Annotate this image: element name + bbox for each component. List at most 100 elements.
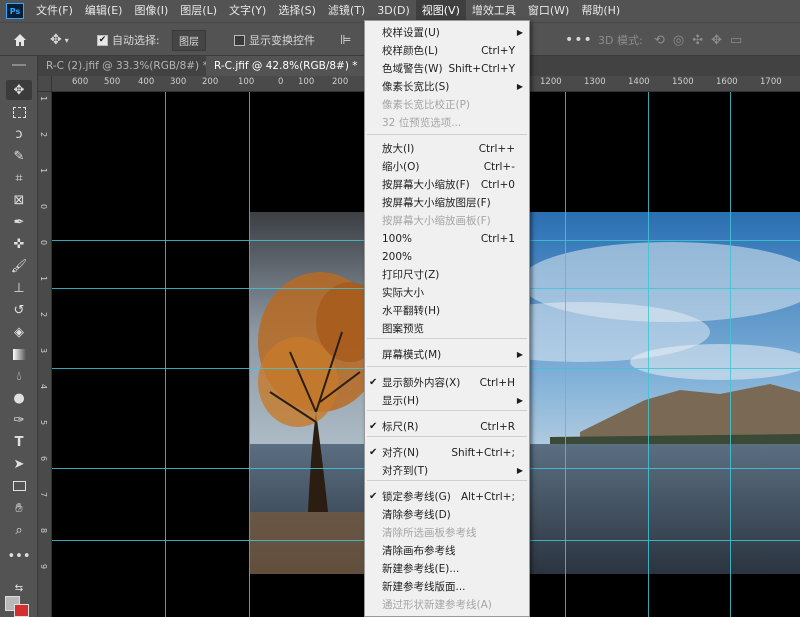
- menu-edit[interactable]: 编辑(E): [79, 0, 129, 22]
- guide-line-vertical[interactable]: [565, 92, 566, 617]
- view-menu-item[interactable]: 新建参考线版面...: [365, 578, 529, 596]
- vertical-ruler[interactable]: 1 2 1 0 0 1 2 3 4 5 6 7 8 9: [38, 92, 52, 617]
- rectangle-tool-icon[interactable]: [6, 476, 32, 496]
- menu-file[interactable]: 文件(F): [30, 0, 79, 22]
- ruler-tick-label: 7: [39, 492, 48, 498]
- menu-image[interactable]: 图像(I): [128, 0, 174, 22]
- lasso-tool-icon[interactable]: ↄ: [6, 124, 32, 144]
- view-menu-item[interactable]: 水平翻转(H): [365, 302, 529, 320]
- view-menu-item[interactable]: 按屏幕大小缩放图层(F): [365, 194, 529, 212]
- view-menu-item[interactable]: 放大(I) Ctrl++: [365, 140, 529, 158]
- menu-item-shortcut: Alt+Ctrl+;: [460, 491, 515, 503]
- ruler-tick-label: 1300: [584, 77, 606, 87]
- view-menu-item[interactable]: 校样设置(U) ▶: [365, 24, 529, 42]
- view-menu-item[interactable]: ✔ 对齐(N) Shift+Ctrl+;: [365, 444, 529, 462]
- menu-view[interactable]: 视图(V): [415, 0, 466, 22]
- 3d-mode-icons[interactable]: ⟲◎✣✥▭: [654, 23, 750, 57]
- ruler-tick-label: 600: [72, 77, 89, 87]
- guide-line-vertical[interactable]: [249, 92, 250, 617]
- menu-item-label: 显示(H): [382, 395, 420, 407]
- show-transform-checkbox[interactable]: 显示变换控件: [234, 23, 315, 57]
- ruler-tick-label: 1: [39, 168, 48, 174]
- tab-label: R-C.jfif @ 42.8%(RGB/8#) *: [214, 60, 358, 72]
- home-icon[interactable]: [12, 23, 28, 57]
- blur-tool-icon[interactable]: 💧︎: [6, 366, 32, 386]
- path-select-tool-icon[interactable]: ➤: [6, 454, 32, 474]
- more-tools-icon[interactable]: •••: [6, 546, 32, 566]
- tab-document-2[interactable]: R-C.jfif @ 42.8%(RGB/8#) *×: [206, 56, 381, 76]
- history-brush-tool-icon[interactable]: ↺: [6, 300, 32, 320]
- view-menu-item[interactable]: 100% Ctrl+1: [365, 230, 529, 248]
- ruler-origin[interactable]: [38, 76, 52, 92]
- menu-type[interactable]: 文字(Y): [223, 0, 272, 22]
- guide-line-vertical[interactable]: [165, 92, 166, 617]
- swap-colors-icon[interactable]: ⇆: [6, 578, 32, 598]
- view-menu-item[interactable]: 新建参考线(E)...: [365, 560, 529, 578]
- menu-separator: [367, 338, 527, 339]
- menu-item-shortcut: Ctrl+0: [480, 179, 515, 191]
- menu-separator: [367, 436, 527, 437]
- view-menu-item[interactable]: 实际大小: [365, 284, 529, 302]
- type-tool-icon[interactable]: T: [6, 432, 32, 452]
- guide-line-vertical[interactable]: [648, 92, 649, 617]
- view-menu-item[interactable]: 屏幕模式(M) ▶: [365, 346, 529, 364]
- checkbox-checked-icon: ✔: [97, 34, 108, 46]
- zoom-tool-icon[interactable]: ⌕: [6, 520, 32, 540]
- view-menu-item[interactable]: ✔ 锁定参考线(G) Alt+Ctrl+;: [365, 488, 529, 506]
- ruler-tick-label: 100: [238, 77, 255, 87]
- view-menu-item[interactable]: 色域警告(W) Shift+Ctrl+Y: [365, 60, 529, 78]
- menu-3d[interactable]: 3D(D): [371, 0, 416, 22]
- eyedropper-tool-icon[interactable]: ✒: [6, 212, 32, 232]
- panel-grip[interactable]: [12, 64, 26, 66]
- menu-help[interactable]: 帮助(H): [575, 0, 626, 22]
- background-color-swatch[interactable]: [14, 604, 29, 617]
- more-options-icon[interactable]: •••: [565, 23, 593, 57]
- gradient-tool-icon[interactable]: [6, 344, 32, 364]
- menu-window[interactable]: 窗口(W): [522, 0, 575, 22]
- crop-tool-icon[interactable]: ⌗: [6, 168, 32, 188]
- pen-tool-icon[interactable]: ✑: [6, 410, 32, 430]
- view-menu-item[interactable]: 像素长宽比(S) ▶: [365, 78, 529, 96]
- auto-select-dropdown[interactable]: 图层: [172, 29, 206, 51]
- view-menu-item[interactable]: ✔ 显示额外内容(X) Ctrl+H: [365, 374, 529, 392]
- ruler-tick-label: 1600: [716, 77, 738, 87]
- view-menu-item[interactable]: 缩小(O) Ctrl+-: [365, 158, 529, 176]
- menu-item-label: 校样颜色(L): [382, 45, 439, 57]
- ruler-tick-label: 200: [202, 77, 219, 87]
- view-menu-item[interactable]: 200%: [365, 248, 529, 266]
- menu-plugins[interactable]: 增效工具: [466, 0, 522, 22]
- photoshop-logo-icon[interactable]: Ps: [6, 3, 24, 19]
- hand-tool-icon[interactable]: ✋︎: [6, 498, 32, 518]
- view-menu-item[interactable]: ✔ 标尺(R) Ctrl+R: [365, 418, 529, 436]
- menu-item-label: 图案预览: [382, 323, 424, 335]
- menu-item-label: 标尺(R): [382, 421, 419, 433]
- view-menu-item[interactable]: 清除画布参考线: [365, 542, 529, 560]
- marquee-tool-icon[interactable]: [6, 102, 32, 122]
- tab-document-1[interactable]: R-C (2).jfif @ 33.3%(RGB/8#) *×: [38, 56, 231, 76]
- dodge-tool-icon[interactable]: ●: [6, 388, 32, 408]
- menu-filter[interactable]: 滤镜(T): [322, 0, 371, 22]
- view-menu-item[interactable]: 清除参考线(D): [365, 506, 529, 524]
- eraser-tool-icon[interactable]: ◈: [6, 322, 32, 342]
- menu-item-label: 缩小(O): [382, 161, 420, 173]
- view-menu-item[interactable]: 校样颜色(L) Ctrl+Y: [365, 42, 529, 60]
- move-options-icon[interactable]: ✥ ▾: [50, 23, 69, 57]
- align-left-icon[interactable]: ⊫: [340, 23, 351, 57]
- view-menu-item[interactable]: 打印尺寸(Z): [365, 266, 529, 284]
- move-tool-icon[interactable]: ✥: [6, 80, 32, 100]
- menu-layer[interactable]: 图层(L): [174, 0, 223, 22]
- submenu-arrow-icon: ▶: [516, 28, 523, 37]
- frame-tool-icon[interactable]: ⊠: [6, 190, 32, 210]
- view-menu-item[interactable]: 对齐到(T) ▶: [365, 462, 529, 480]
- brush-tool-icon[interactable]: 🖌︎: [6, 256, 32, 276]
- view-menu-item[interactable]: 显示(H) ▶: [365, 392, 529, 410]
- healing-brush-tool-icon[interactable]: ✜: [6, 234, 32, 254]
- view-menu-item[interactable]: 按屏幕大小缩放(F) Ctrl+0: [365, 176, 529, 194]
- auto-select-checkbox[interactable]: ✔ 自动选择:: [97, 23, 160, 57]
- guide-line-vertical[interactable]: [730, 92, 731, 617]
- clone-stamp-tool-icon[interactable]: ⊥: [6, 278, 32, 298]
- quick-select-tool-icon[interactable]: ✎: [6, 146, 32, 166]
- view-menu-item[interactable]: 图案预览: [365, 320, 529, 338]
- auto-select-label: 自动选择:: [112, 34, 160, 47]
- menu-select[interactable]: 选择(S): [272, 0, 322, 22]
